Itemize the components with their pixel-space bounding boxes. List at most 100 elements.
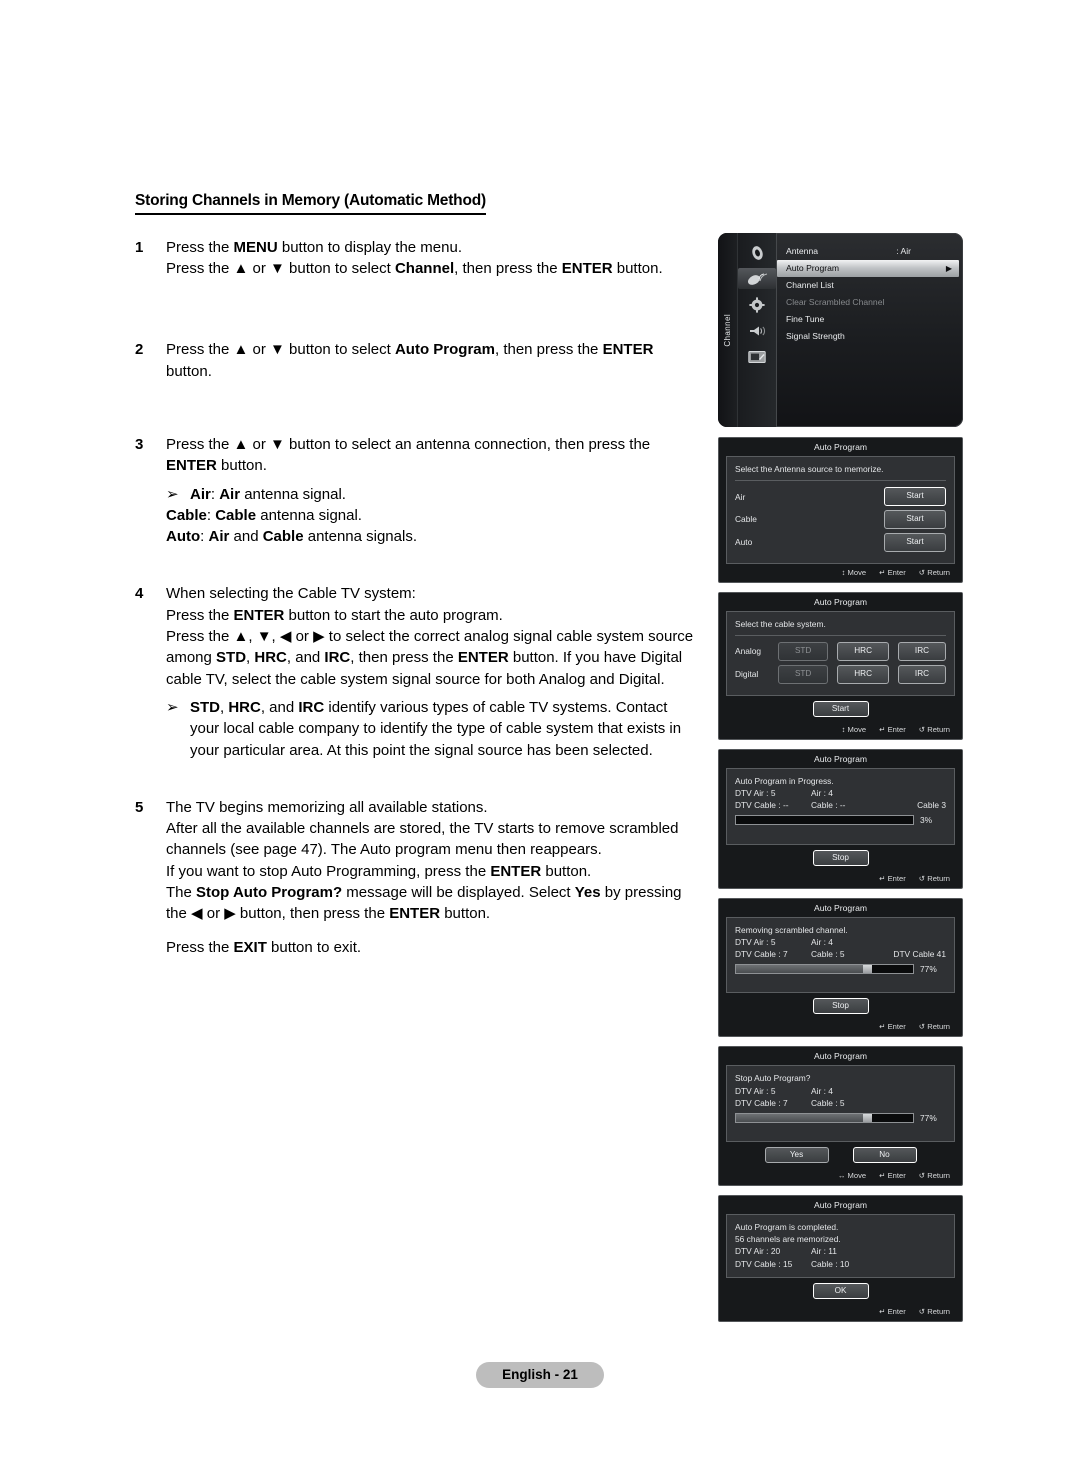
menu-rail-tab: Channel [718,233,738,427]
page-footer: English - 21 [0,1362,1080,1388]
hint-enter: ↵ Enter [879,873,906,883]
body-text: : [206,506,216,524]
dialog-hints: ↔ Move ↵ Enter ↺ Return [719,1167,962,1185]
text-line: Air: Air antenna signal. [190,484,705,505]
start-button-auto[interactable]: Start [884,532,946,552]
body-text: message will be displayed. Select [342,884,575,902]
stat-dtv-air: DTV Air : 5 [735,788,776,799]
menu-item-label: Channel List [786,280,834,290]
text-line: Press the EXIT button to exit. [166,937,705,958]
progress-bar [735,964,914,975]
body-text: Press the ▲, ▼, ◀ or ▶ to select the cor… [166,628,694,646]
instruction-step: 5 The TV begins memorizing all available … [135,797,705,958]
dialog-title: Auto Program [719,438,962,456]
chevron-right-icon: ▶ [945,264,952,273]
confirm-button-row: Yes No [719,1142,962,1167]
menu-item-antenna[interactable]: Antenna : Air [777,243,963,260]
emphasis-text: Auto Program [394,341,495,359]
ok-button[interactable]: OK [812,1282,869,1299]
page-number-badge: English - 21 [476,1362,604,1388]
cable-system-dialog: Auto Program Select the cable system. An… [718,591,963,740]
body-text: If you want to stop Auto Programming, pr… [166,862,491,880]
stop-button[interactable]: Stop [812,998,869,1015]
step-number: 3 [135,436,144,453]
stat-cable: Cable : 5 [811,1097,845,1108]
stat-row: DTV Cable : 15 Cable : 10 [735,1258,946,1270]
body-text: button. [612,260,663,278]
stop-button[interactable]: Stop [812,849,869,866]
body-text: button. If you have Digital [508,649,683,667]
instruction-column: Storing Channels in Memory (Automatic Me… [135,192,705,964]
body-text: your particular area. At this point the … [190,741,653,759]
emphasis-text: ENTER [561,260,613,278]
row-label: Analog [735,646,762,657]
body-text: , and [286,649,325,667]
yes-button[interactable]: Yes [764,1147,829,1164]
picture-icon[interactable] [746,242,768,263]
stat-row: DTV Air : 5 Air : 4 [735,936,946,948]
digital-hrc-button[interactable]: HRC [837,664,889,684]
hint-enter: ↵ Enter [879,567,906,577]
body-text: After all the available channels are sto… [166,820,679,838]
dialog-body: Select the cable system. Analog STD HRC … [726,610,955,696]
start-button-air[interactable]: Start [884,487,946,507]
analog-hrc-button[interactable]: HRC [837,642,889,661]
step-number: 1 [135,238,144,256]
start-button[interactable]: Start [812,700,869,717]
note-bullet: ➢ Air: Air antenna signal. [166,484,705,505]
setup-gear-icon[interactable] [746,294,768,315]
stat-row: DTV Cable : 7 Cable : 5 [735,1097,946,1109]
channel-dish-icon[interactable] [738,268,776,289]
menu-item-fine-tune[interactable]: Fine Tune [777,311,963,328]
stat-current-channel: Cable 3 [917,800,946,811]
progress-bar [735,1112,914,1123]
menu-item-channel-list[interactable]: Channel List [777,277,963,294]
digital-std-button[interactable]: STD [778,664,829,684]
instruction-step: 1 Press the MENU button to display the me… [135,237,705,280]
menu-icon-rail [738,233,777,427]
progress-percent-label: 3% [920,815,933,826]
emphasis-text: STD [190,698,220,716]
emphasis-text: ENTER [457,649,509,667]
body-text: button. [166,362,212,380]
channel-menu-panel: Channel Antenna : Air Auto Program ▶ Cha… [718,233,963,427]
menu-item-auto-program[interactable]: Auto Program ▶ [777,260,959,277]
no-button[interactable]: No [852,1147,917,1164]
body-text: channels (see page 47). The Auto program… [166,841,602,859]
input-source-icon[interactable] [746,346,768,367]
hint-enter: ↵ Enter [879,724,906,734]
menu-rail-label: Channel [723,313,732,347]
analog-std-button[interactable]: STD [778,642,829,661]
stat-row: DTV Air : 5 Air : 4 [735,787,946,799]
progress-knob [863,1113,873,1122]
emphasis-text: ENTER [166,457,217,475]
auto-program-complete-dialog: Auto Program Auto Program is completed. … [718,1195,963,1322]
dialog-message-primary: Auto Program is completed. [735,1222,839,1233]
sound-speaker-icon[interactable] [746,320,768,341]
body-text: among [166,649,217,667]
progress-knob [863,965,873,974]
body-text: The [166,884,197,902]
digital-irc-button[interactable]: IRC [897,664,946,684]
body-text: cable TV, select the cable system signal… [166,670,665,688]
auto-program-progress-dialog: Auto Program Auto Program in Progress. D… [718,748,963,889]
hint-move: ↕ Move [841,724,867,734]
emphasis-text: ENTER [490,862,542,880]
hint-return: ↺ Return [918,1022,950,1032]
antenna-row-air: Air Start [735,487,946,507]
hint-enter: ↵ Enter [879,1022,906,1032]
body-text: your local cable company to identify the… [190,720,682,738]
body-text: Press the ▲ or ▼ button to select [166,341,395,359]
row-label: Digital [735,669,759,680]
start-button-cable[interactable]: Start [884,510,946,529]
body-text: the ◀ or ▶ button, then press the [166,905,390,923]
dialog-hints: ↕ Move ↵ Enter ↺ Return [719,721,962,739]
menu-item-signal-strength[interactable]: Signal Strength [777,328,963,345]
stat-air: Air : 4 [811,1085,833,1096]
text-line: cable TV, select the cable system signal… [166,669,705,690]
text-line: Press the ▲, ▼, ◀ or ▶ to select the cor… [166,626,705,647]
dialog-message: Auto Program in Progress. [735,775,834,786]
progress-percent-label: 77% [920,1112,937,1123]
analog-irc-button[interactable]: IRC [897,642,946,661]
